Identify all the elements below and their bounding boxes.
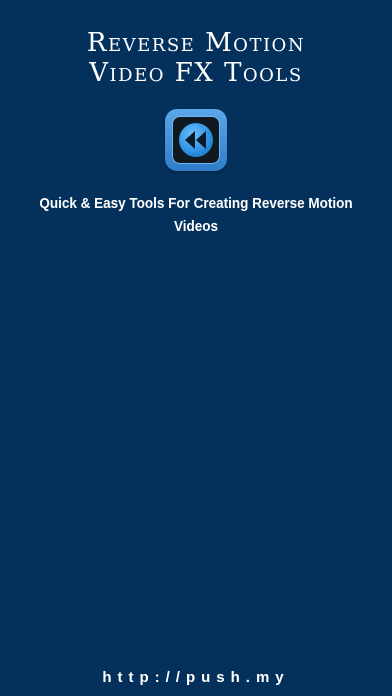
footer-url-link[interactable]: http://push.my bbox=[0, 669, 392, 686]
app-title: Reverse Motion Video FX Tools bbox=[0, 28, 392, 88]
app-title-line-2: Video FX Tools bbox=[89, 58, 303, 88]
app-icon-frame bbox=[172, 116, 220, 164]
app-title-line-1: Reverse Motion bbox=[86, 28, 306, 58]
rewind-app-icon bbox=[165, 109, 227, 171]
rewind-icon bbox=[185, 131, 206, 149]
app-tagline: Quick & Easy Tools For Creating Reverse … bbox=[39, 195, 353, 235]
